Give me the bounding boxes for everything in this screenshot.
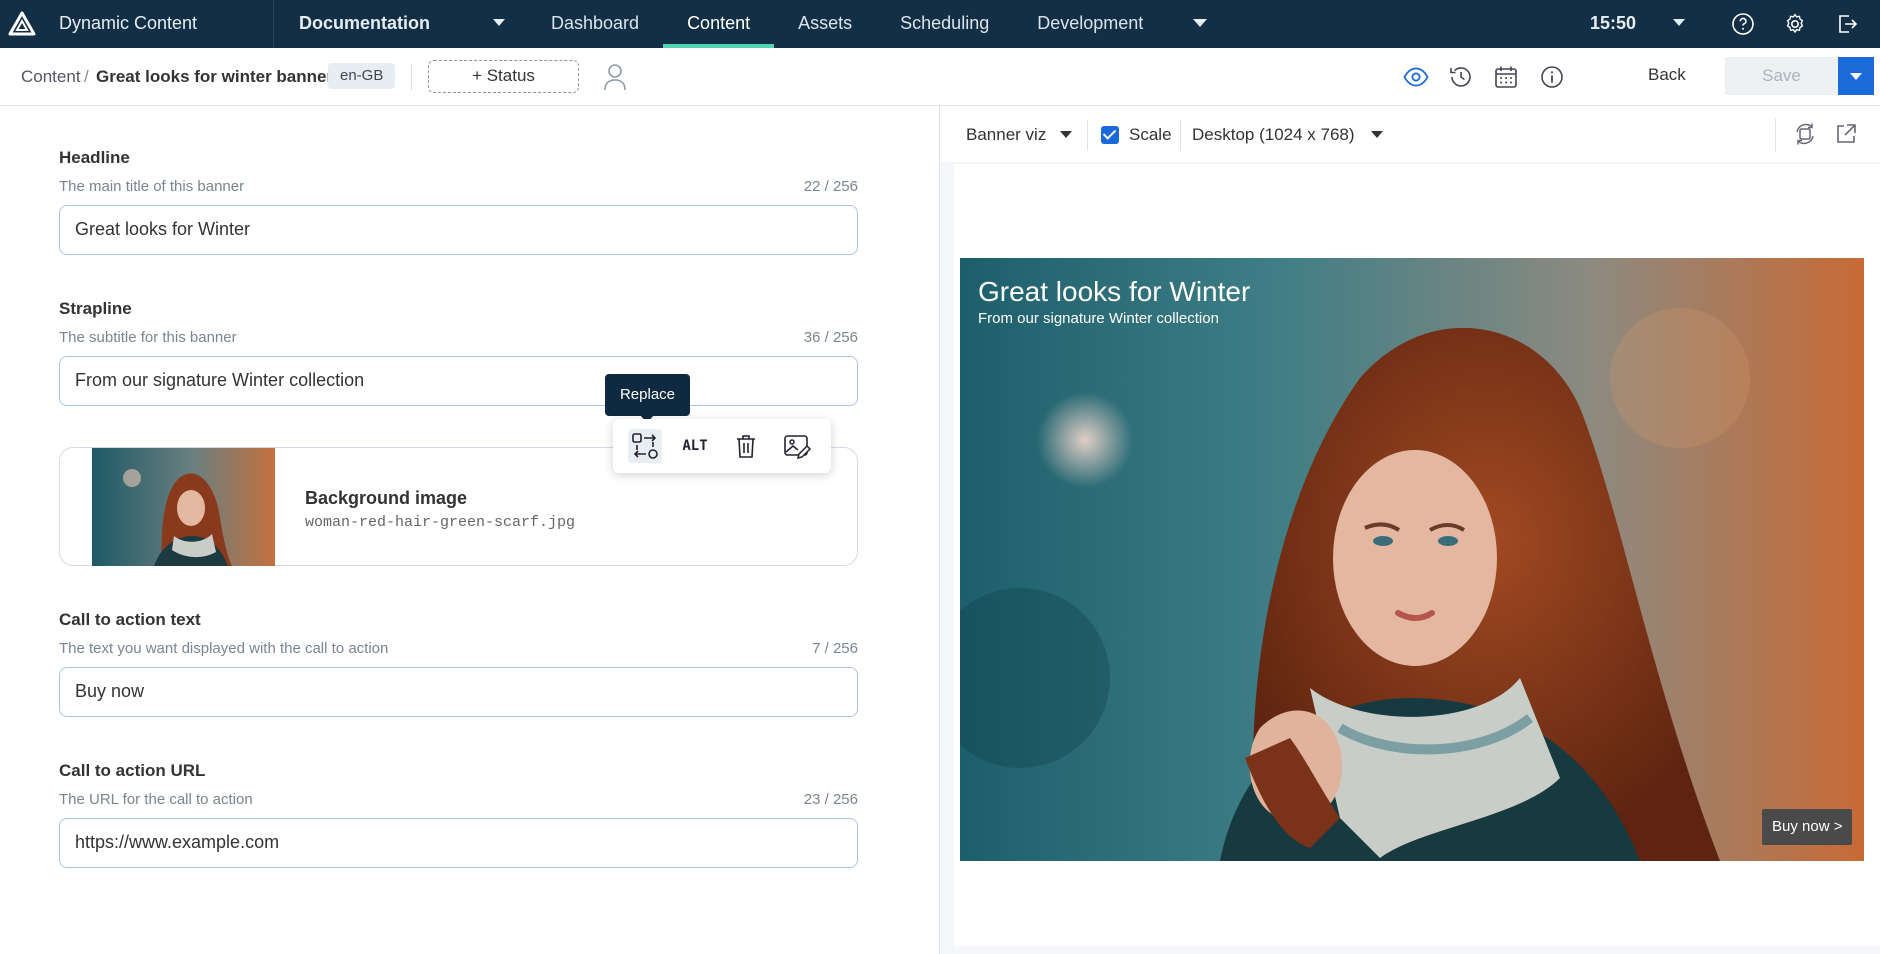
tab-development[interactable]: Development: [1013, 0, 1167, 48]
divider: [1180, 120, 1181, 150]
breadcrumb-current: Great looks for winter banner: [96, 67, 334, 86]
strapline-input[interactable]: From our signature Winter collection: [59, 356, 858, 406]
locale-badge[interactable]: en-GB: [328, 63, 396, 89]
cta-text-label: Call to action text: [59, 610, 201, 629]
top-nav-bar: Dynamic Content Documentation Dashboard …: [0, 0, 1880, 48]
logout-icon[interactable]: [1835, 12, 1859, 36]
trash-icon: [737, 435, 755, 458]
background-image-thumbnail[interactable]: [92, 448, 275, 566]
cta-url-label: Call to action URL: [59, 761, 206, 780]
device-chevron-down-icon[interactable]: [1371, 131, 1383, 138]
headline-label: Headline: [59, 148, 130, 167]
headline-count: 22 / 256: [803, 178, 858, 195]
strapline-label: Strapline: [59, 299, 132, 318]
edit-image-icon: [784, 435, 812, 460]
device-select[interactable]: Desktop (1024 x 768): [1192, 125, 1355, 145]
gear-icon[interactable]: [1783, 12, 1807, 36]
strapline-help: The subtitle for this banner: [59, 329, 237, 346]
tab-assets[interactable]: Assets: [774, 0, 876, 48]
save-button[interactable]: Save: [1725, 57, 1838, 95]
time-chevron-down-icon[interactable]: [1673, 19, 1685, 26]
time-display[interactable]: 15:50: [1590, 13, 1636, 34]
divider: [1775, 118, 1776, 152]
banner-strapline: From our signature Winter collection: [978, 310, 1219, 327]
rotate-icon[interactable]: [1793, 122, 1817, 146]
preview-panel: Banner viz Scale Desktop (1024 x 768) Gr…: [939, 106, 1880, 954]
banner-cta-button[interactable]: Buy now >: [1762, 809, 1853, 845]
cta-url-input[interactable]: https://www.example.com: [59, 818, 858, 868]
main-nav: Dashboard Content Assets Scheduling Deve…: [527, 0, 1167, 48]
headline-help: The main title of this banner: [59, 178, 245, 195]
background-image-filename: woman-red-hair-green-scarf.jpg: [305, 514, 576, 531]
tab-scheduling[interactable]: Scheduling: [876, 0, 1013, 48]
background-image-label: Background image: [305, 488, 468, 508]
more-menu-chevron-icon[interactable]: [1193, 19, 1207, 27]
visualization-chevron-down-icon[interactable]: [1060, 131, 1072, 138]
cta-text-count: 7 / 256: [812, 640, 858, 657]
delete-image-button[interactable]: [729, 429, 763, 463]
cta-url-field: Call to action URL The URL for the call …: [59, 761, 858, 868]
content-toolbar: Content / Great looks for winter banner …: [0, 48, 1880, 106]
help-icon[interactable]: [1731, 12, 1755, 36]
strapline-count: 36 / 256: [803, 329, 858, 346]
banner-background-image: [960, 258, 1864, 861]
cta-url-help: The URL for the call to action: [59, 791, 253, 808]
cta-text-help: The text you want displayed with the cal…: [59, 640, 389, 657]
tab-dashboard[interactable]: Dashboard: [527, 0, 663, 48]
divider: [411, 64, 412, 90]
back-button[interactable]: Back: [1648, 65, 1686, 85]
breadcrumb-separator: /: [84, 67, 89, 86]
external-link-icon[interactable]: [1834, 122, 1858, 146]
add-status-button[interactable]: + Status: [428, 60, 579, 93]
info-icon[interactable]: [1539, 64, 1565, 90]
cta-text-field: Call to action text The text you want di…: [59, 610, 858, 717]
divider: [273, 0, 274, 48]
tab-content[interactable]: Content: [663, 0, 775, 48]
cta-text-input[interactable]: Buy now: [59, 667, 858, 717]
scale-checkbox[interactable]: [1101, 126, 1119, 144]
replace-tooltip: Replace: [605, 374, 690, 423]
chevron-down-icon[interactable]: [493, 19, 505, 26]
user-icon[interactable]: [603, 63, 627, 91]
visualization-select[interactable]: Banner viz: [966, 125, 1046, 145]
cta-url-count: 23 / 256: [803, 791, 858, 808]
edit-image-button[interactable]: [780, 429, 814, 463]
app-title: Dynamic Content: [59, 13, 198, 33]
save-options-chevron-icon[interactable]: [1838, 57, 1874, 95]
banner-headline: Great looks for Winter: [978, 276, 1251, 307]
breadcrumb-content[interactable]: Content: [21, 67, 81, 87]
hub-selector[interactable]: Documentation: [299, 13, 430, 34]
scale-label[interactable]: Scale: [1129, 125, 1172, 145]
eye-icon[interactable]: [1403, 64, 1429, 90]
replace-icon: [632, 433, 658, 459]
app-logo-icon[interactable]: [8, 10, 36, 38]
media-toolbar: ALT: [613, 419, 831, 473]
headline-field: Headline The main title of this banner 2…: [59, 148, 858, 255]
divider: [1087, 120, 1088, 150]
strapline-field: Strapline The subtitle for this banner 3…: [59, 299, 858, 406]
banner-preview[interactable]: Great looks for Winter From our signatur…: [960, 258, 1864, 861]
alt-text-button[interactable]: ALT: [678, 429, 712, 463]
headline-input[interactable]: Great looks for Winter: [59, 205, 858, 255]
preview-toolbar: Banner viz Scale Desktop (1024 x 768): [940, 106, 1880, 162]
calendar-icon[interactable]: [1493, 64, 1519, 90]
replace-button[interactable]: [628, 429, 662, 463]
history-icon[interactable]: [1448, 64, 1474, 90]
